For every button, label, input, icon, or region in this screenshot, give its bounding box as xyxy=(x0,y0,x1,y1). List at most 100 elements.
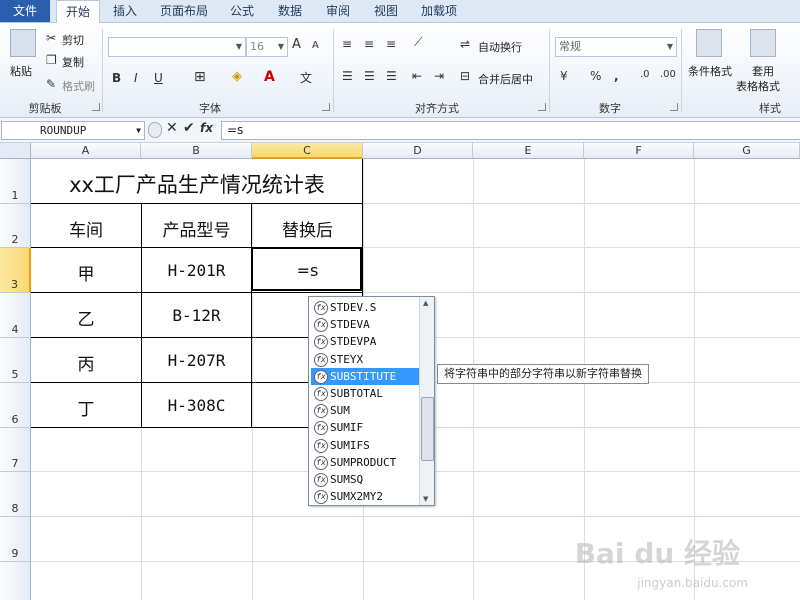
row-header-5[interactable]: 5 xyxy=(0,338,31,383)
header-cell-replaced[interactable]: 替换后 xyxy=(252,216,363,241)
row-header-3[interactable]: 3 xyxy=(0,248,31,293)
cell-a3[interactable]: 甲 xyxy=(31,260,141,285)
autocomplete-item[interactable]: fx SUMIFS xyxy=(311,437,419,454)
tab-file[interactable]: 文件 xyxy=(0,0,50,22)
tab-review[interactable]: 审阅 xyxy=(318,0,358,22)
shrink-font-button[interactable]: A xyxy=(312,40,319,51)
cell-c3[interactable]: =s xyxy=(252,261,363,280)
cancel-icon[interactable]: ✕ xyxy=(166,120,178,136)
scroll-down-icon[interactable]: ▼ xyxy=(423,495,428,503)
function-autocomplete-list[interactable]: fx STDEV.S fx STDEVA fx STDEVPA fx STEYX fx SUBST… xyxy=(308,296,435,506)
font-launcher-icon[interactable] xyxy=(322,103,330,111)
tab-insert[interactable]: 插入 xyxy=(104,0,146,22)
increase-decimal-icon[interactable]: .0 xyxy=(640,69,650,80)
autocomplete-item[interactable]: fx STEYX xyxy=(311,351,419,368)
alignment-launcher-icon[interactable] xyxy=(538,103,546,111)
row-header-2[interactable]: 2 xyxy=(0,204,31,248)
conditional-format-icon[interactable] xyxy=(696,29,722,57)
format-table-button-line2[interactable]: 表格格式 xyxy=(736,78,780,94)
header-cell-workshop[interactable]: 车间 xyxy=(31,216,141,241)
wrap-text-button[interactable]: 自动换行 xyxy=(478,39,522,55)
phonetic-icon[interactable]: 文 xyxy=(300,69,312,86)
tab-home[interactable]: 开始 xyxy=(56,0,100,23)
autocomplete-item[interactable]: fx SUM xyxy=(311,402,419,419)
tab-formulas[interactable]: 公式 xyxy=(222,0,262,22)
tab-view[interactable]: 视图 xyxy=(366,0,406,22)
decrease-indent-icon[interactable]: ⇤ xyxy=(412,69,422,83)
grow-font-button[interactable]: A xyxy=(292,37,301,52)
format-table-icon[interactable] xyxy=(750,29,776,57)
underline-button[interactable]: U xyxy=(154,71,163,85)
comma-button[interactable]: , xyxy=(614,69,619,83)
align-right-icon[interactable]: ☰ xyxy=(386,69,397,83)
align-top-icon[interactable]: ≡ xyxy=(342,37,352,51)
fill-color-icon[interactable]: ◈ xyxy=(232,69,242,84)
autocomplete-item[interactable]: fx STDEV.S xyxy=(311,299,419,316)
copy-button[interactable]: 复制 xyxy=(62,54,84,70)
percent-button[interactable]: % xyxy=(590,69,601,83)
column-header-g[interactable]: G xyxy=(694,143,800,159)
format-painter-button[interactable]: 格式刷 xyxy=(62,78,95,94)
conditional-format-button[interactable]: 条件格式 xyxy=(688,63,732,79)
italic-button[interactable]: I xyxy=(134,71,138,85)
autocomplete-item[interactable]: fx SUBTOTAL xyxy=(311,385,419,402)
row-header-8[interactable]: 8 xyxy=(0,472,31,517)
align-middle-icon[interactable]: ≡ xyxy=(364,37,374,51)
column-header-f[interactable]: F xyxy=(584,143,694,159)
autocomplete-item[interactable]: fx SUMSQ xyxy=(311,471,419,488)
font-color-icon[interactable]: A xyxy=(264,69,275,85)
number-format-combo[interactable]: 常规 ▼ xyxy=(555,37,677,57)
name-box[interactable]: ROUNDUP ▼ xyxy=(1,121,145,140)
cell-b3[interactable]: H-201R xyxy=(141,261,252,280)
merge-center-button[interactable]: 合并后居中 xyxy=(478,71,533,87)
autocomplete-item[interactable]: fx STDEVA xyxy=(311,316,419,333)
row-header-9[interactable]: 9 xyxy=(0,517,31,562)
cell-a5[interactable]: 丙 xyxy=(31,350,141,375)
chevron-down-icon[interactable]: ▼ xyxy=(136,122,141,139)
tab-page-layout[interactable]: 页面布局 xyxy=(152,0,216,22)
orientation-icon[interactable]: ⟋ xyxy=(414,35,422,50)
align-center-icon[interactable]: ☰ xyxy=(364,69,375,83)
format-table-button-line1[interactable]: 套用 xyxy=(752,63,774,79)
bold-button[interactable]: B xyxy=(112,71,121,85)
align-bottom-icon[interactable]: ≡ xyxy=(386,37,396,51)
column-header-b[interactable]: B xyxy=(141,143,252,159)
cell-a6[interactable]: 丁 xyxy=(31,395,141,420)
tab-data[interactable]: 数据 xyxy=(270,0,310,22)
cell-b6[interactable]: H-308C xyxy=(141,396,252,415)
formula-input[interactable]: =s xyxy=(221,121,800,140)
font-name-combo[interactable]: ▼ xyxy=(108,37,246,57)
autocomplete-item[interactable]: fx STDEVPA xyxy=(311,333,419,350)
row-header-1[interactable]: 1 xyxy=(0,159,31,204)
column-header-a[interactable]: A xyxy=(31,143,141,159)
row-header-7[interactable]: 7 xyxy=(0,428,31,472)
header-cell-model[interactable]: 产品型号 xyxy=(141,216,252,241)
clipboard-launcher-icon[interactable] xyxy=(92,103,100,111)
borders-icon[interactable]: ⊞ xyxy=(194,69,206,85)
cell-b5[interactable]: H-207R xyxy=(141,351,252,370)
paste-icon[interactable] xyxy=(10,29,36,57)
font-size-combo[interactable]: 16 ▼ xyxy=(246,37,288,57)
autocomplete-item[interactable]: fx SUMX2MY2 xyxy=(311,488,419,505)
tab-addins[interactable]: 加载项 xyxy=(414,0,464,22)
autocomplete-scrollbar[interactable]: ▲ ▼ xyxy=(419,297,434,505)
enter-icon[interactable]: ✔ xyxy=(183,120,195,136)
autocomplete-item[interactable]: fx SUBSTITUTE xyxy=(311,367,419,385)
column-header-e[interactable]: E xyxy=(473,143,584,159)
splitter-handle[interactable] xyxy=(148,122,162,138)
select-all-corner[interactable] xyxy=(0,143,31,159)
cell-b4[interactable]: B-12R xyxy=(141,306,252,325)
currency-icon[interactable]: ¥ xyxy=(560,69,568,83)
row-header-6[interactable]: 6 xyxy=(0,383,31,428)
insert-function-button[interactable]: fx xyxy=(200,121,213,135)
increase-indent-icon[interactable]: ⇥ xyxy=(434,69,444,83)
number-launcher-icon[interactable] xyxy=(670,103,678,111)
row-header-4[interactable]: 4 xyxy=(0,293,31,338)
autocomplete-item[interactable]: fx SUMPRODUCT xyxy=(311,454,419,471)
column-header-d[interactable]: D xyxy=(363,143,473,159)
row-header-10[interactable] xyxy=(0,562,31,600)
cut-button[interactable]: 剪切 xyxy=(62,32,84,48)
scroll-thumb[interactable] xyxy=(421,397,434,461)
align-left-icon[interactable]: ☰ xyxy=(342,69,353,83)
autocomplete-item[interactable]: fx SUMIF xyxy=(311,419,419,436)
